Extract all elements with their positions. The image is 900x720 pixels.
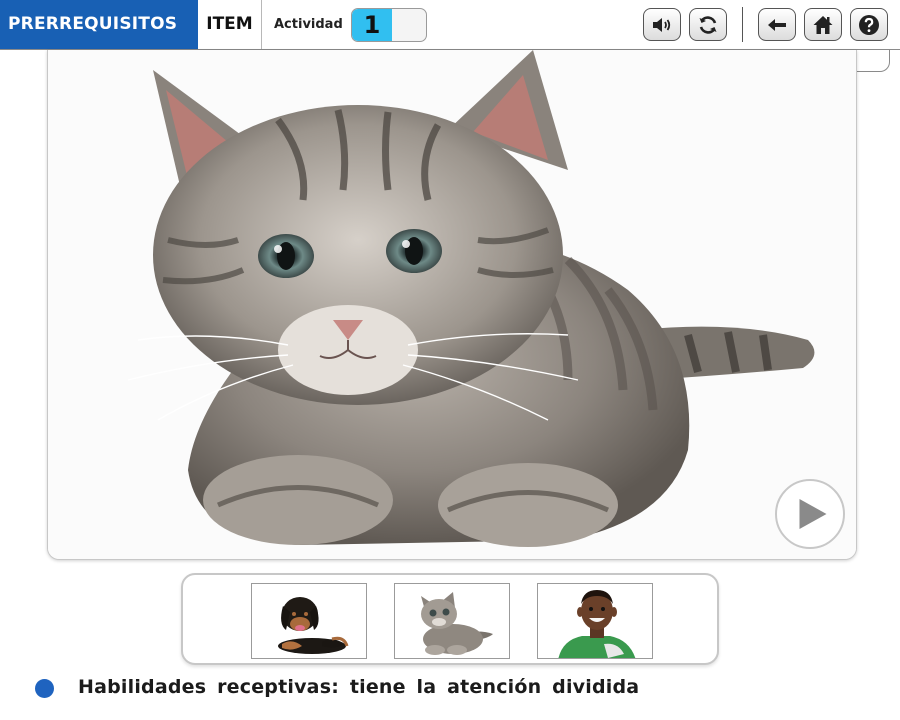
section-title: PRERREQUISITOS bbox=[0, 0, 198, 49]
top-bar: PRERREQUISITOS ITEM Actividad 1 bbox=[0, 0, 900, 50]
kitten-photo bbox=[395, 584, 509, 658]
help-button[interactable] bbox=[850, 8, 888, 41]
option-kitten[interactable] bbox=[394, 583, 510, 659]
activity-counter: 1 bbox=[351, 8, 427, 42]
activity-number: 1 bbox=[352, 9, 392, 41]
toolbar-divider bbox=[742, 7, 743, 42]
skill-description: Habilidades receptivas: tiene la atenció… bbox=[78, 676, 640, 698]
footer-bullet bbox=[35, 679, 54, 698]
back-button[interactable] bbox=[758, 8, 796, 41]
activity-label: Actividad bbox=[274, 17, 343, 32]
help-icon bbox=[859, 14, 879, 35]
speaker-icon bbox=[653, 17, 671, 32]
refresh-icon bbox=[699, 15, 717, 34]
home-icon bbox=[813, 15, 833, 34]
puppy-photo bbox=[252, 584, 366, 658]
option-puppy[interactable] bbox=[251, 583, 367, 659]
options-tray bbox=[181, 573, 719, 665]
refresh-button[interactable] bbox=[689, 8, 727, 41]
sound-button[interactable] bbox=[643, 8, 681, 41]
item-label: ITEM bbox=[198, 0, 262, 49]
option-boy[interactable] bbox=[537, 583, 653, 659]
main-image-panel bbox=[47, 50, 857, 560]
back-arrow-icon bbox=[768, 18, 786, 31]
boy-photo bbox=[538, 584, 652, 658]
kitten-photo bbox=[48, 50, 856, 559]
play-icon bbox=[799, 499, 827, 529]
home-button[interactable] bbox=[804, 8, 842, 41]
play-button[interactable] bbox=[775, 479, 845, 549]
